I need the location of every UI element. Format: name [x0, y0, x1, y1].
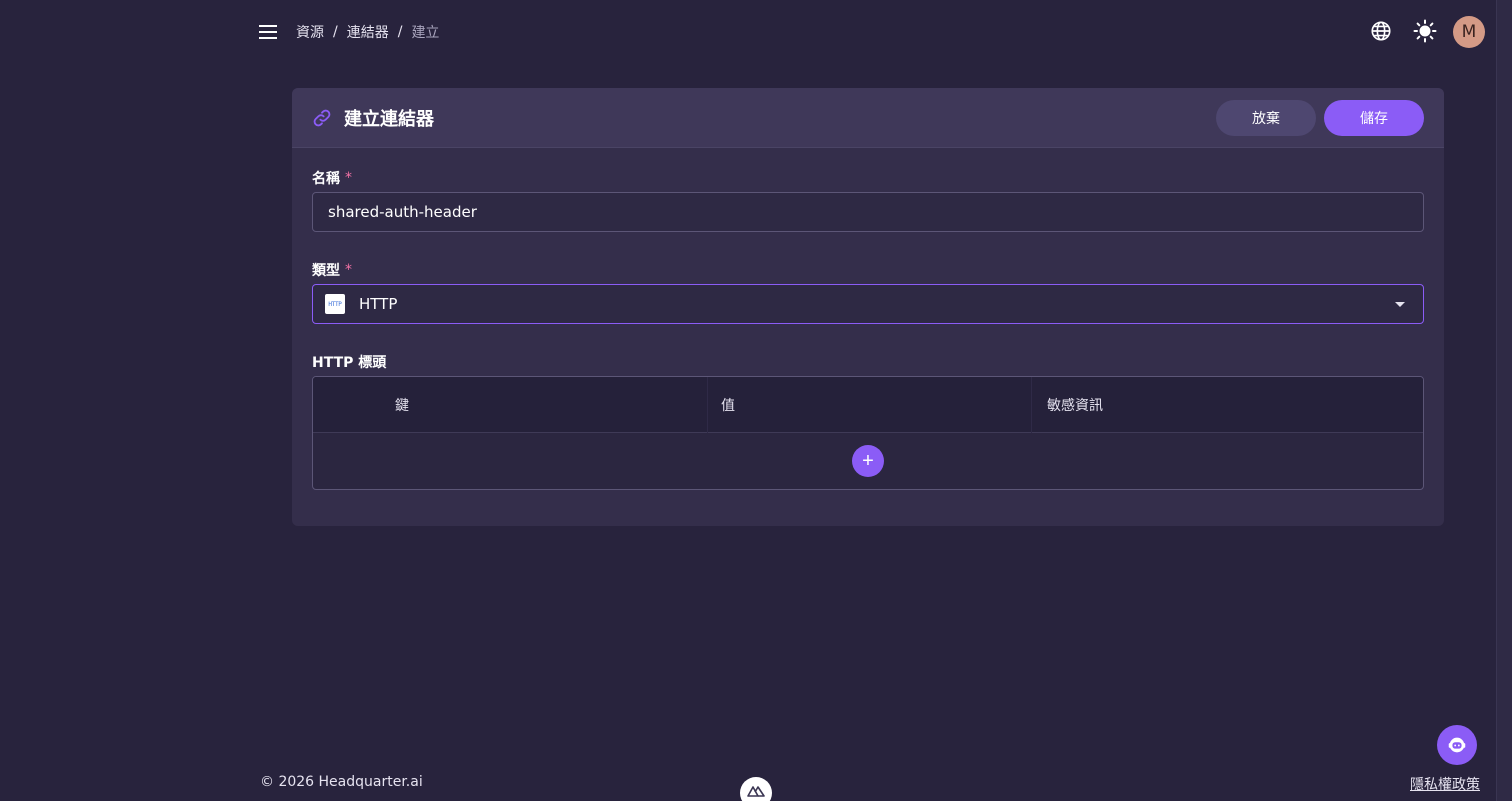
name-input[interactable] — [312, 192, 1424, 232]
http-icon: HTTP — [325, 294, 345, 314]
nuxt-icon[interactable] — [740, 777, 772, 801]
privacy-policy-link[interactable]: 隱私權政策 — [1410, 774, 1480, 794]
required-mark: * — [345, 262, 352, 278]
column-divider — [1031, 377, 1032, 433]
save-button[interactable]: 儲存 — [1324, 100, 1424, 136]
http-headers-label-text: HTTP 標頭 — [312, 355, 387, 371]
top-bar: 資源 / 連結器 / 建立 M — [0, 0, 1496, 64]
column-header-value: 值 — [721, 398, 735, 414]
column-header-key: 鍵 — [395, 398, 409, 414]
breadcrumb-item-create: 建立 — [411, 25, 440, 41]
type-label: 類型 * — [312, 260, 1424, 280]
breadcrumb: 資源 / 連結器 / 建立 — [296, 22, 439, 42]
name-label: 名稱 * — [312, 168, 1424, 188]
cancel-button[interactable]: 放棄 — [1216, 100, 1316, 136]
scrollbar[interactable] — [1496, 0, 1512, 801]
http-headers-label: HTTP 標頭 — [312, 352, 1424, 372]
name-label-text: 名稱 — [312, 171, 340, 187]
page: 資源 / 連結器 / 建立 M 建立連結器 放棄 儲存 名稱 * shared-… — [0, 0, 1512, 801]
menu-icon[interactable] — [256, 20, 280, 44]
required-mark: * — [345, 170, 352, 186]
add-header-button[interactable]: + — [852, 445, 884, 477]
breadcrumb-item-resources[interactable]: 資源 — [296, 22, 324, 42]
card-header: 建立連結器 放棄 儲存 — [292, 88, 1444, 148]
breadcrumb-separator: / — [397, 24, 403, 40]
type-label-text: 類型 — [312, 263, 340, 279]
page-title: 建立連結器 — [344, 108, 434, 130]
sun-icon[interactable] — [1412, 18, 1438, 44]
column-header-sensitive: 敏感資訊 — [1047, 398, 1103, 414]
column-divider — [707, 377, 708, 433]
card-body: 名稱 * 類型 * HTTP HTTP HTTP 標頭 鍵 — [292, 148, 1444, 510]
link-icon — [312, 107, 334, 129]
breadcrumb-separator: / — [333, 24, 338, 40]
footer-copyright: © 2026 Headquarter.ai — [260, 774, 423, 790]
type-select-value: HTTP — [359, 295, 398, 313]
table-body: + — [313, 433, 1423, 489]
create-connector-card: 建立連結器 放棄 儲存 名稱 * 類型 * HTTP HTTP HTTP 標 — [292, 88, 1444, 526]
type-select[interactable]: HTTP HTTP — [312, 284, 1424, 324]
avatar[interactable]: M — [1453, 16, 1485, 48]
breadcrumb-item-connectors[interactable]: 連結器 — [347, 22, 389, 42]
http-headers-table: 鍵 值 敏感資訊 + — [312, 376, 1424, 490]
table-header: 鍵 值 敏感資訊 — [313, 377, 1423, 433]
chevron-down-icon — [1395, 302, 1405, 307]
globe-icon[interactable] — [1368, 18, 1394, 44]
chat-bot-icon[interactable] — [1437, 725, 1477, 765]
